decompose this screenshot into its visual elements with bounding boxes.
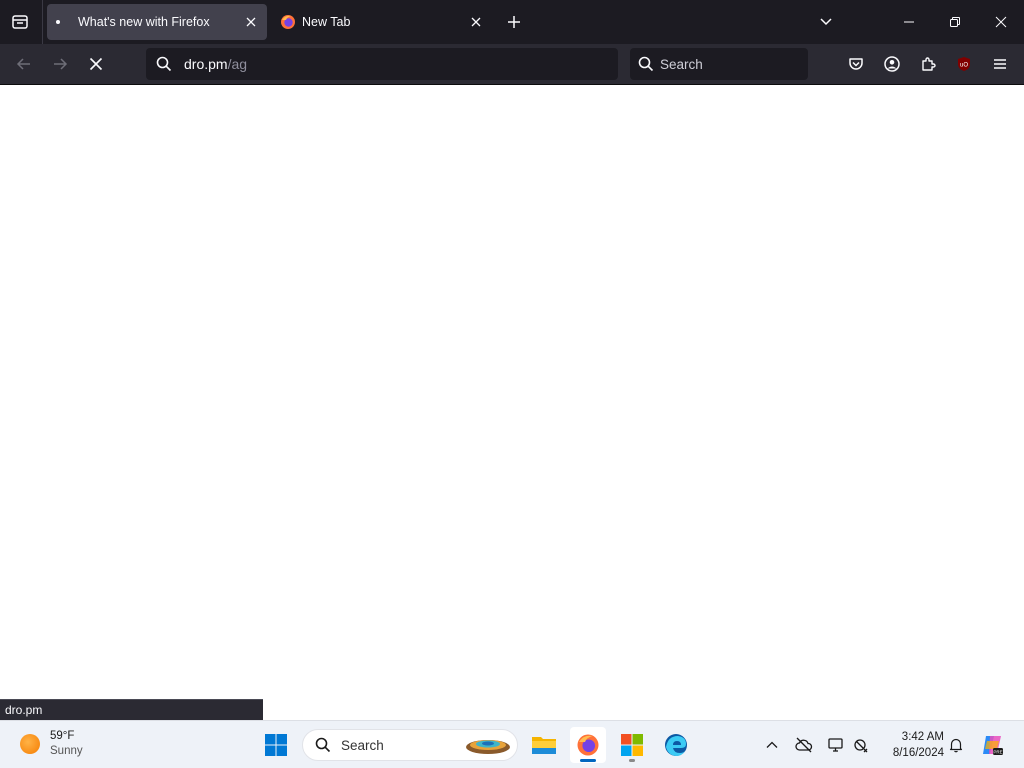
status-panel: dro.pm — [0, 699, 263, 720]
tab-new-tab[interactable]: New Tab — [272, 4, 492, 40]
taskbar-firefox[interactable] — [570, 727, 606, 763]
windows-taskbar: 59°F Sunny Search 3:42 AM 8/16/2024 PRE — [0, 720, 1024, 768]
tab-bar: What's new with Firefox New Tab — [0, 0, 1024, 44]
close-tab-button[interactable] — [239, 10, 263, 34]
list-all-tabs-button[interactable] — [814, 10, 838, 34]
clock-date: 8/16/2024 — [892, 747, 944, 759]
account-icon — [884, 56, 900, 72]
taskbar-search[interactable]: Search — [302, 729, 518, 761]
close-icon — [246, 17, 256, 27]
firefox-view-button[interactable] — [8, 10, 32, 34]
loading-dot-icon — [56, 20, 60, 24]
forward-arrow-icon — [54, 58, 68, 70]
account-button[interactable] — [880, 52, 904, 76]
search-placeholder: Search — [660, 56, 703, 72]
tab-separator — [42, 0, 43, 44]
search-icon — [156, 55, 174, 73]
weather-temperature: 59°F — [50, 730, 75, 742]
copilot-button[interactable]: PRE — [980, 733, 1004, 757]
hamburger-menu-icon — [994, 59, 1006, 69]
close-tab-button[interactable] — [464, 10, 488, 34]
back-arrow-icon — [16, 58, 30, 70]
start-button[interactable] — [264, 733, 288, 757]
minimize-icon — [904, 21, 914, 23]
restore-button[interactable] — [932, 0, 978, 44]
show-hidden-icons-button[interactable] — [762, 735, 782, 755]
search-icon — [315, 737, 331, 753]
url-path: /ag — [227, 56, 248, 72]
search-bar[interactable]: Search — [630, 48, 808, 80]
search-icon — [638, 56, 654, 72]
svg-text:uO: uO — [960, 63, 968, 69]
page-content — [0, 85, 1024, 720]
tab-whats-new[interactable]: What's new with Firefox — [47, 4, 267, 40]
bell-icon — [949, 738, 963, 753]
notifications-button[interactable] — [946, 735, 966, 755]
tab-list-icon — [12, 15, 28, 29]
edge-icon — [665, 734, 687, 756]
system-clock[interactable]: 3:42 AM 8/16/2024 — [880, 729, 944, 761]
back-button[interactable] — [10, 50, 38, 78]
taskbar-microsoft-store[interactable] — [614, 727, 650, 763]
stop-button[interactable] — [82, 50, 110, 78]
minimize-button[interactable] — [886, 0, 932, 44]
firefox-icon — [281, 15, 295, 29]
tab-label: New Tab — [302, 15, 351, 29]
chevron-up-icon — [766, 741, 778, 748]
weather-condition: Sunny — [50, 745, 83, 757]
url-host: dro.pm — [184, 56, 228, 72]
tab-label: What's new with Firefox — [78, 15, 210, 29]
restore-icon — [950, 17, 960, 27]
running-app-indicator — [629, 759, 635, 762]
firefox-icon — [577, 734, 599, 756]
onedrive-tray-icon[interactable] — [794, 735, 814, 755]
window-close-icon — [995, 16, 1007, 28]
sun-icon — [20, 734, 40, 754]
pocket-button[interactable] — [844, 52, 868, 76]
file-explorer-icon — [532, 737, 556, 754]
svg-text:PRE: PRE — [993, 749, 1002, 754]
taskbar-search-placeholder: Search — [341, 737, 384, 753]
ublock-origin-button[interactable]: uO — [952, 52, 976, 76]
taskbar-file-explorer[interactable] — [526, 727, 562, 763]
active-app-indicator — [580, 759, 596, 762]
close-icon — [471, 17, 481, 27]
network-icon — [854, 739, 868, 753]
extensions-button[interactable] — [916, 52, 940, 76]
cloud-offline-icon — [795, 737, 813, 753]
window-close-button[interactable] — [978, 0, 1024, 44]
weather-widget[interactable]: 59°F Sunny — [20, 729, 83, 759]
extensions-icon — [922, 57, 936, 71]
pocket-icon — [849, 58, 863, 70]
windows-start-icon — [265, 734, 287, 756]
address-bar[interactable]: dro.pm/ag — [146, 48, 618, 80]
taskbar-edge[interactable] — [658, 727, 694, 763]
new-tab-button[interactable] — [502, 10, 526, 34]
network-tray-icon[interactable] — [852, 735, 872, 755]
stop-loading-icon — [89, 57, 103, 71]
navigation-toolbar: dro.pm/ag Search uO — [0, 44, 1024, 85]
copilot-icon: PRE — [983, 736, 1003, 755]
plus-icon — [508, 16, 520, 28]
display-icon — [828, 738, 843, 752]
microsoft-store-icon — [621, 734, 643, 756]
app-menu-button[interactable] — [988, 52, 1012, 76]
display-tray-icon[interactable] — [826, 735, 846, 755]
search-highlight-icon — [466, 740, 510, 754]
chevron-down-icon — [820, 18, 832, 26]
forward-button[interactable] — [46, 50, 74, 78]
ublock-icon: uO — [958, 57, 970, 71]
clock-time: 3:42 AM — [901, 731, 944, 743]
